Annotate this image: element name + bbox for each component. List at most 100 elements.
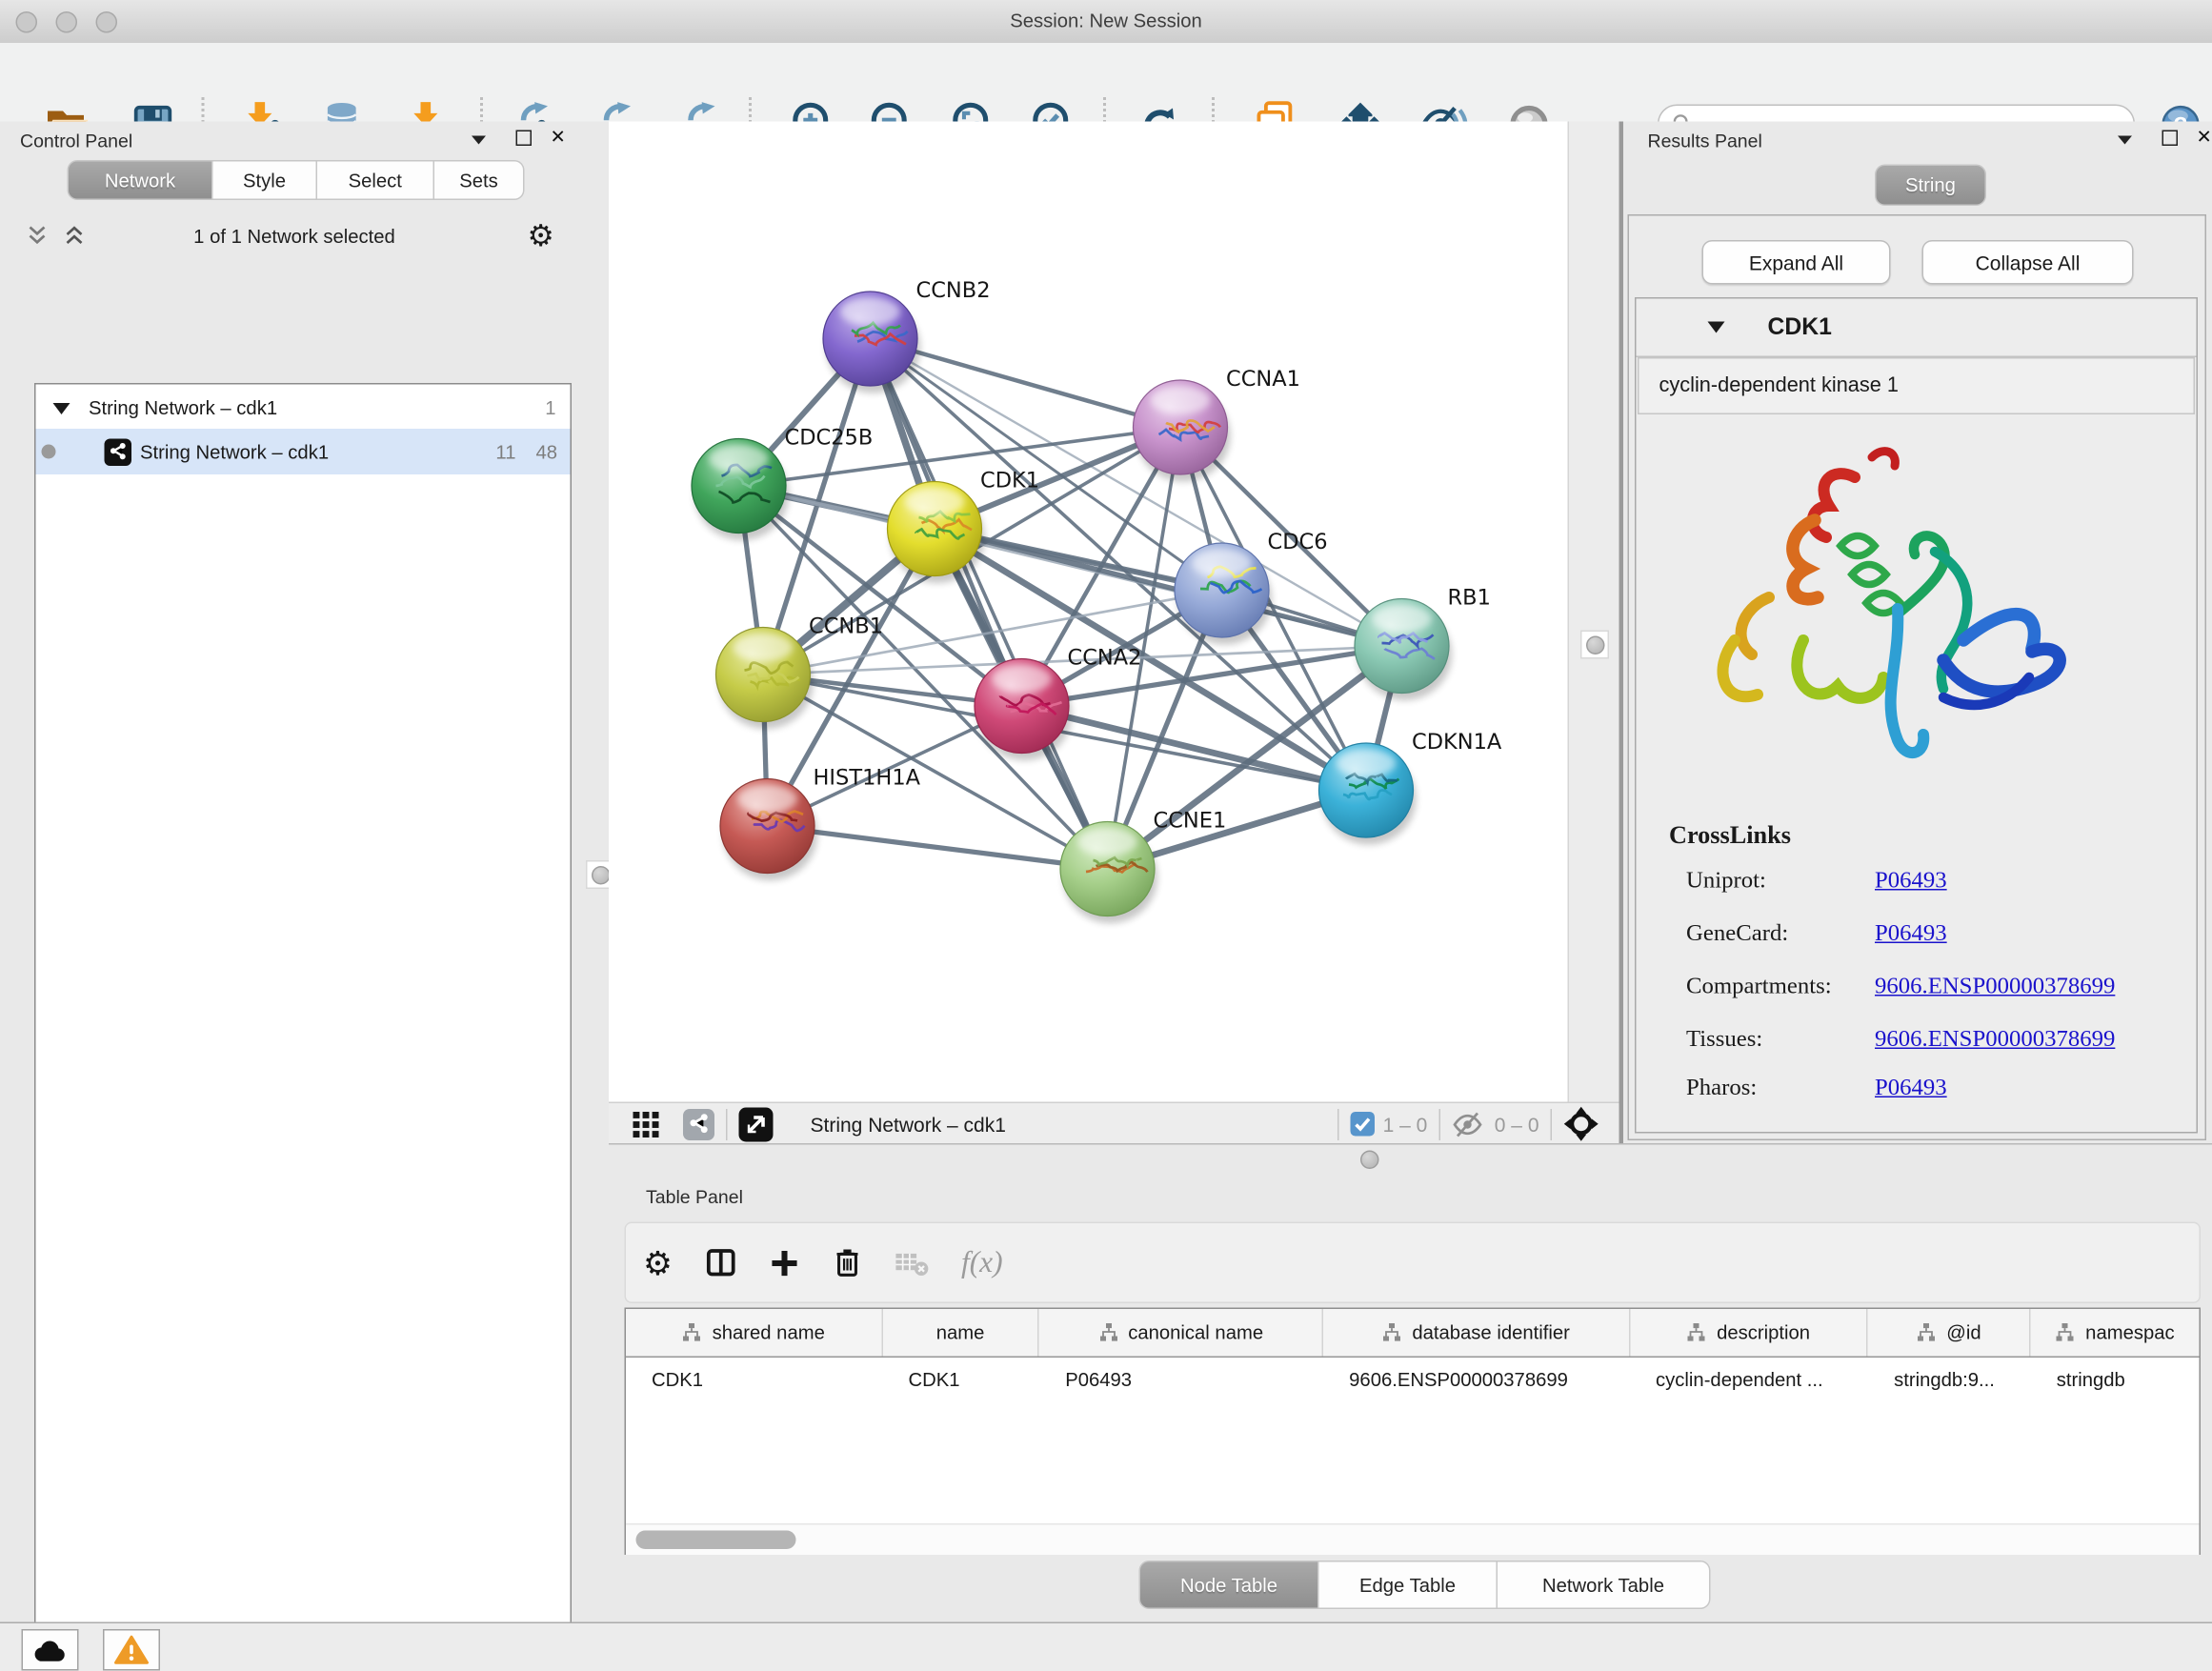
node-table: shared name name canonical name database… (625, 1308, 2202, 1556)
crosslink-value[interactable]: 9606.ENSP00000378699 (1875, 972, 2115, 1000)
collection-label: String Network – cdk1 (89, 397, 277, 419)
panel-float-icon[interactable] (516, 131, 533, 147)
collapse-all-button[interactable]: Collapse All (1922, 240, 2134, 285)
selected-counts: 1 – 0 (1383, 1113, 1428, 1136)
network-node-CDC25B[interactable]: CDC25B (692, 426, 873, 540)
tab-sets[interactable]: Sets (434, 160, 525, 200)
network-canvas[interactable]: CCNB2CCNA1CDC25BCDK1CDC6RB1CCNB1CCNA2CDK… (609, 122, 1568, 1102)
splitter-handle-bottom[interactable] (1360, 1151, 1379, 1170)
table-hscrollbar-track[interactable] (626, 1523, 2200, 1555)
share-view-icon[interactable] (683, 1108, 714, 1139)
column-header[interactable]: shared name (626, 1309, 883, 1357)
panel-close-icon[interactable]: ✕ (2197, 131, 2212, 145)
cloud-button[interactable] (22, 1629, 79, 1671)
network-view-footer: String Network – cdk1 1 – 0 0 – 0 (609, 1102, 1619, 1147)
node-label-CDC25B: CDC25B (785, 426, 874, 451)
column-header[interactable]: namespac (2031, 1309, 2200, 1357)
collection-expand-icon[interactable] (53, 402, 70, 413)
genecard-link: P06493 (1875, 919, 1947, 947)
control-panel-tabs: Network Style Select Sets (68, 160, 525, 200)
network-node-CCNB2[interactable]: CCNB2 (823, 278, 991, 393)
table-settings-gear-icon[interactable]: ⚙ (643, 1248, 673, 1277)
node-label-CDC6: CDC6 (1268, 530, 1328, 554)
crosslink-value[interactable]: P06493 (1875, 866, 1947, 895)
table-panel-title: Table Panel (646, 1186, 743, 1208)
node-label-CCNA2: CCNA2 (1068, 646, 1142, 671)
compartments-link: 9606.ENSP00000378699 (1875, 972, 2115, 999)
panel-menu-icon[interactable] (472, 136, 486, 145)
cell-namespace[interactable]: stringdb (2031, 1358, 2200, 1402)
crosslink-value[interactable]: 9606.ENSP00000378699 (1875, 1025, 2115, 1054)
tab-string[interactable]: String (1875, 165, 1986, 207)
cell-shared-name[interactable]: CDK1 (626, 1358, 883, 1402)
title-bar: Session: New Session (0, 0, 2212, 45)
column-header[interactable]: @id (1868, 1309, 2031, 1357)
expand-all-button[interactable]: Expand All (1702, 240, 1891, 285)
column-header[interactable]: description (1630, 1309, 1868, 1357)
network-collection-row[interactable]: String Network – cdk1 1 (36, 388, 571, 430)
tab-network[interactable]: Network (68, 160, 213, 200)
network-view-title: String Network – cdk1 (811, 1113, 1006, 1136)
cytoscape-window: Session: New Session (0, 0, 2212, 1671)
delete-column-icon[interactable] (831, 1246, 862, 1279)
network-node-CDC6[interactable]: CDC6 (1175, 530, 1328, 645)
tab-network-table[interactable]: Network Table (1498, 1560, 1711, 1609)
table-row[interactable]: CDK1 CDK1 P06493 9606.ENSP00000378699 cy… (626, 1358, 2200, 1402)
node-label-CCNA1: CCNA1 (1226, 367, 1300, 392)
column-header[interactable]: database identifier (1323, 1309, 1630, 1357)
horizontal-splitter[interactable] (609, 1143, 2212, 1177)
birdseye-view-icon[interactable] (1563, 1106, 1599, 1142)
panel-menu-icon[interactable] (2118, 136, 2132, 145)
network-label: String Network – cdk1 (140, 441, 329, 463)
crosslink-value[interactable]: P06493 (1875, 919, 1947, 948)
crosslink-label: GeneCard: (1686, 919, 1788, 948)
gene-description: cyclin-dependent kinase 1 (1638, 357, 2195, 414)
pharos-link: P06493 (1875, 1074, 1947, 1101)
network-options-gear-icon[interactable]: ⚙ (528, 219, 554, 255)
tab-select[interactable]: Select (317, 160, 434, 200)
control-panel: Control Panel ✕ Network Style Select Set… (0, 122, 589, 1622)
panel-close-icon[interactable]: ✕ (551, 131, 566, 145)
gene-section-header[interactable]: CDK1 (1637, 299, 2197, 358)
protein-structure-image (1683, 426, 2092, 808)
cell-database-identifier[interactable]: 9606.ENSP00000378699 (1323, 1358, 1630, 1402)
grid-view-icon[interactable] (632, 1110, 660, 1138)
cell-id[interactable]: stringdb:9... (1868, 1358, 2031, 1402)
warning-button[interactable] (103, 1629, 160, 1671)
footer-separator (1438, 1108, 1440, 1139)
network-node-HIST1H1A[interactable]: HIST1H1A (720, 766, 921, 881)
network-node-CDKN1A[interactable]: CDKN1A (1319, 730, 1502, 845)
column-header[interactable]: name (883, 1309, 1040, 1357)
cell-description[interactable]: cyclin-dependent ... (1630, 1358, 1868, 1402)
network-status-dot (42, 445, 56, 459)
gene-symbol: CDK1 (1768, 313, 1832, 341)
cell-canonical-name[interactable]: P06493 (1039, 1358, 1323, 1402)
node-label-CDKN1A: CDKN1A (1412, 730, 1502, 755)
node-label-CCNB1: CCNB1 (809, 614, 883, 639)
open-in-new-window-icon[interactable] (739, 1107, 774, 1141)
column-visibility-icon[interactable] (704, 1246, 737, 1279)
network-node-RB1[interactable]: RB1 (1355, 586, 1491, 701)
cell-name[interactable]: CDK1 (883, 1358, 1040, 1402)
screenshot-viewport: Session: New Session (0, 0, 2212, 1671)
status-bar: Memory (0, 1622, 2212, 1671)
column-header[interactable]: canonical name (1039, 1309, 1323, 1357)
tab-node-table[interactable]: Node Table (1139, 1560, 1319, 1609)
add-column-icon[interactable] (768, 1247, 799, 1278)
network-selection-status: 1 of 1 Network selected (0, 226, 589, 248)
tab-style[interactable]: Style (213, 160, 318, 200)
crosslink-value[interactable]: P06493 (1875, 1074, 1947, 1102)
network-row-selected[interactable]: String Network – cdk1 11 48 (36, 429, 571, 474)
tab-edge-table[interactable]: Edge Table (1319, 1560, 1498, 1609)
delete-table-icon-disabled (894, 1248, 930, 1277)
table-hscrollbar-thumb[interactable] (636, 1531, 796, 1550)
warning-icon (114, 1635, 149, 1665)
function-builder-icon-disabled: f(x) (961, 1245, 1003, 1281)
gene-collapse-icon[interactable] (1708, 322, 1725, 333)
panel-float-icon[interactable] (2162, 131, 2179, 147)
splitter-handle-right[interactable] (1580, 631, 1609, 659)
main-toolbar: ? (0, 43, 2212, 123)
hidden-nodes-indicator-icon (1452, 1110, 1486, 1138)
network-node-CCNA1[interactable]: CCNA1 (1134, 367, 1300, 481)
node-label-RB1: RB1 (1448, 586, 1491, 611)
